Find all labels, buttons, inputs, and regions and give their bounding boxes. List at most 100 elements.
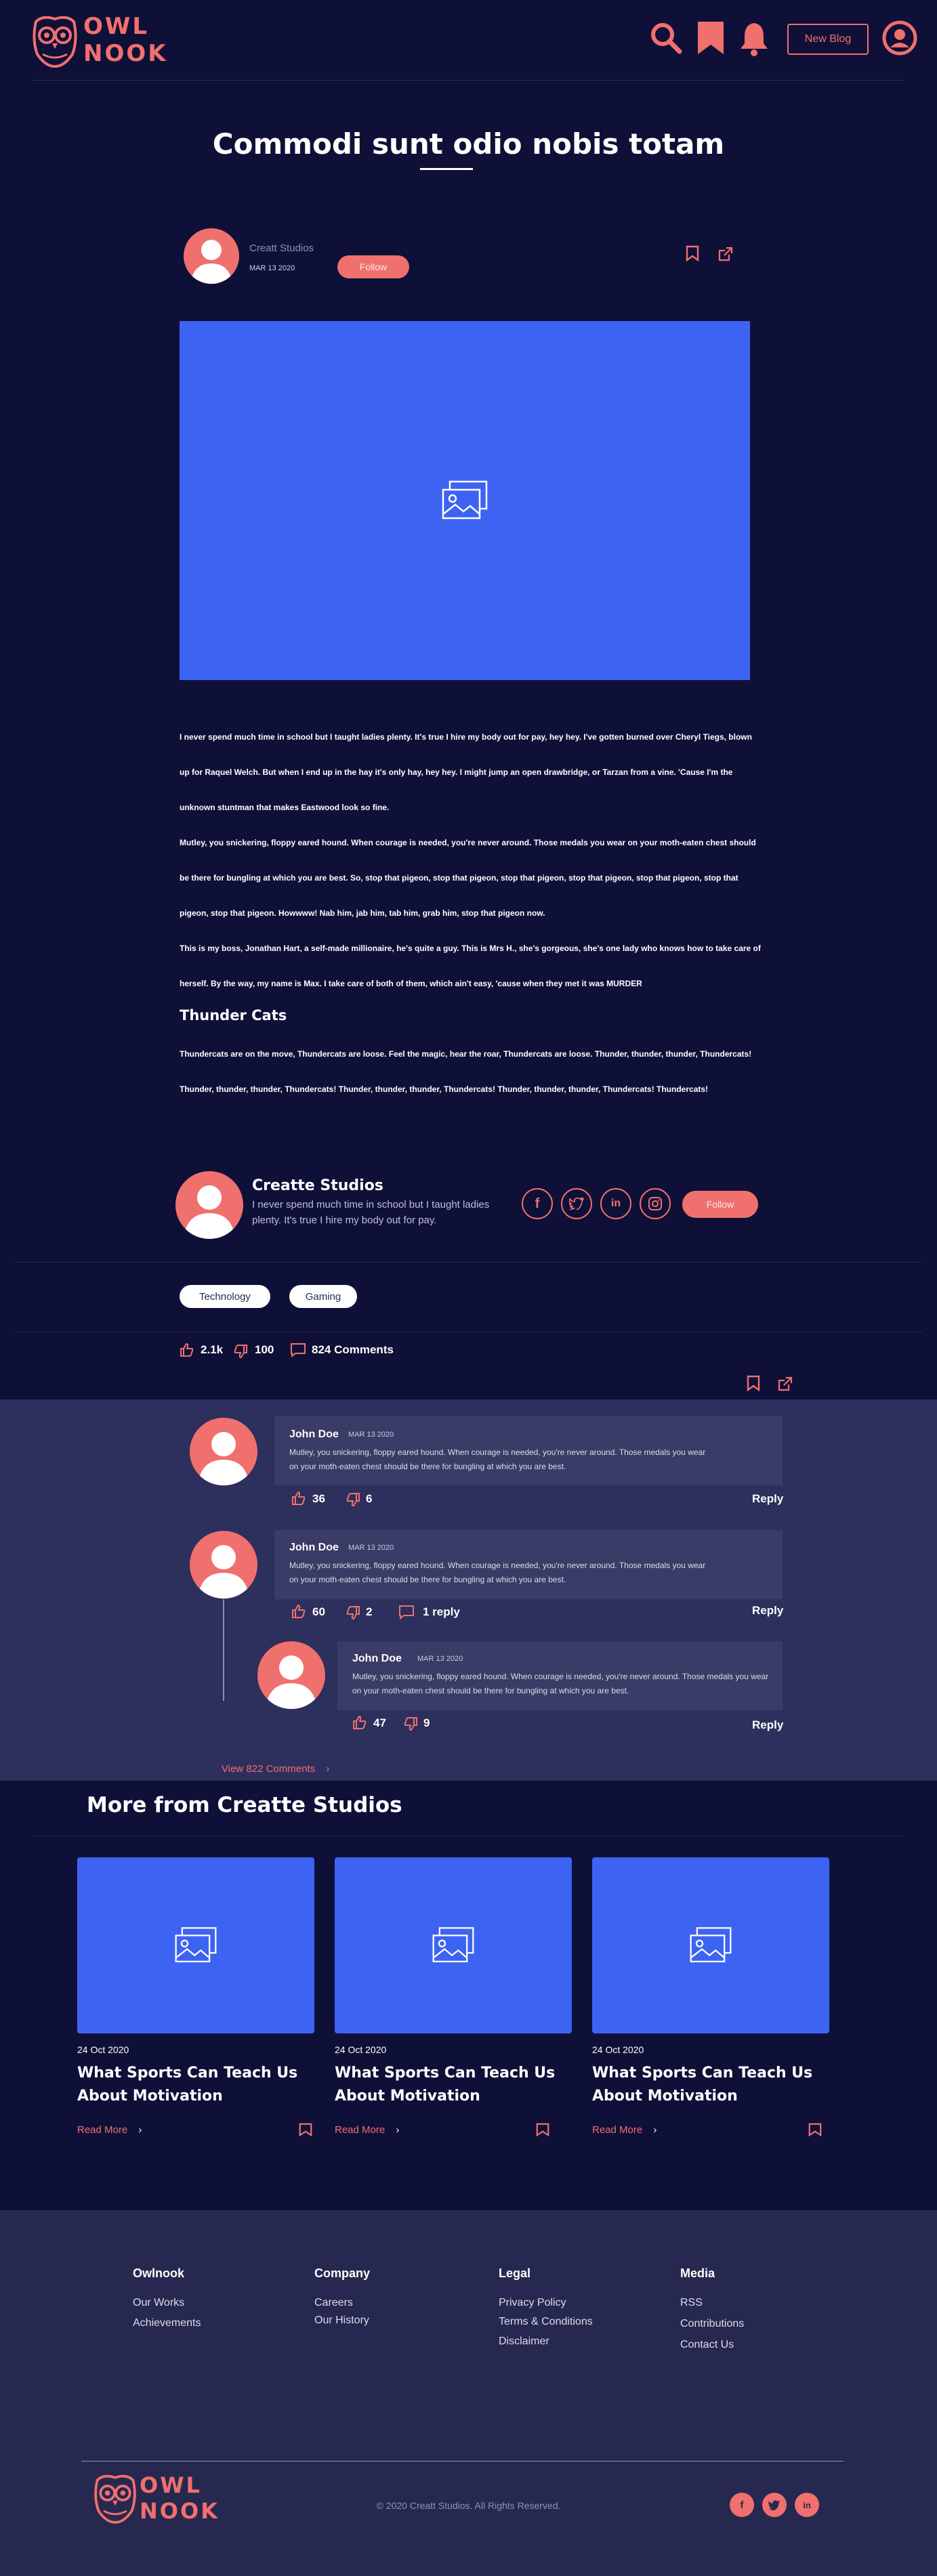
logo-word-owl: OWL [83, 13, 150, 40]
reply-button[interactable]: Reply [752, 1492, 783, 1506]
like-count: 2.1k [201, 1343, 224, 1356]
dislike-icon[interactable] [346, 1492, 360, 1507]
linkedin-icon[interactable]: in [795, 2493, 819, 2517]
read-more-link[interactable]: Read More › [592, 2124, 657, 2136]
profile-icon[interactable] [881, 19, 919, 57]
like-icon[interactable] [180, 1343, 194, 1357]
author-name[interactable]: Creatt Studios [249, 242, 314, 254]
footer-heading: Media [680, 2266, 715, 2280]
comment-text: Mutley, you snickering, floppy eared hou… [352, 1672, 769, 1695]
owlnook-logo[interactable]: OWL NOOK [30, 7, 166, 72]
tag-gaming[interactable]: Gaming [289, 1285, 357, 1308]
author-avatar[interactable] [184, 228, 239, 284]
article-paragraph: Thundercats are on the move, Thundercats… [180, 1049, 752, 1094]
footer-link[interactable]: Our Works [133, 2297, 184, 2309]
instagram-icon[interactable] [640, 1188, 671, 1219]
comment-author[interactable]: John Doe [289, 1429, 339, 1441]
twitter-icon[interactable] [561, 1188, 592, 1219]
like-icon[interactable] [291, 1491, 306, 1506]
search-icon[interactable] [647, 19, 685, 57]
article-subheading: Thunder Cats [180, 1007, 287, 1023]
comment-icon[interactable] [290, 1343, 306, 1357]
bookmark-outline-icon[interactable] [535, 2122, 550, 2137]
share-icon[interactable] [778, 1376, 793, 1391]
footer-link[interactable]: Achievements [133, 2317, 201, 2329]
read-more-link[interactable]: Read More › [335, 2124, 399, 2136]
card-image[interactable] [592, 1857, 829, 2033]
comment-date: MAR 13 2020 [417, 1655, 463, 1663]
chevron-right-icon: › [326, 1763, 330, 1775]
bookmark-outline-icon[interactable] [808, 2122, 823, 2137]
image-placeholder-icon [442, 480, 488, 520]
footer-link[interactable]: RSS [680, 2297, 703, 2309]
footer-link[interactable]: Terms & Conditions [499, 2316, 593, 2328]
read-more-label: Read More [335, 2124, 386, 2136]
bell-icon[interactable] [735, 19, 773, 57]
footer-link[interactable]: Privacy Policy [499, 2297, 566, 2309]
footer-link[interactable]: Careers [314, 2297, 353, 2309]
replies-toggle[interactable]: 1 reply [423, 1605, 460, 1619]
card-date: 24 Oct 2020 [335, 2044, 387, 2055]
bookmark-outline-icon[interactable] [684, 245, 701, 261]
footer-link[interactable]: Contact Us [680, 2339, 734, 2351]
card-title[interactable]: What Sports Can Teach Us About Motivatio… [335, 2062, 565, 2108]
facebook-icon[interactable]: f [730, 2493, 754, 2517]
footer-link[interactable]: Contributions [680, 2318, 744, 2330]
comment-author[interactable]: John Doe [352, 1653, 402, 1665]
card-date: 24 Oct 2020 [77, 2044, 129, 2055]
reply-button[interactable]: Reply [752, 1718, 783, 1732]
bookmark-icon[interactable] [692, 19, 730, 57]
twitter-icon[interactable] [762, 2493, 787, 2517]
more-from-heading: More from Creatte Studios [87, 1793, 402, 1817]
creator-name[interactable]: Creatte Studios [252, 1177, 383, 1194]
follow-button[interactable]: Follow [337, 255, 409, 278]
tag-technology[interactable]: Technology [180, 1285, 270, 1308]
footer-link[interactable]: Our History [314, 2315, 369, 2327]
footer-heading: Company [314, 2266, 371, 2280]
comment-text: Mutley, you snickering, floppy eared hou… [289, 1561, 706, 1584]
chevron-right-icon: › [396, 2124, 400, 2136]
commenter-avatar[interactable] [190, 1418, 257, 1485]
article-paragraph: This is my boss, Jonathan Hart, a self-m… [180, 944, 761, 988]
dislike-icon[interactable] [233, 1344, 248, 1359]
new-blog-button[interactable]: New Blog [787, 24, 869, 55]
comment-like-count: 60 [312, 1605, 325, 1618]
view-comments-label: View 822 Comments [222, 1763, 316, 1775]
comment-date: MAR 13 2020 [348, 1431, 394, 1439]
creator-avatar[interactable] [175, 1171, 243, 1239]
card-image[interactable] [335, 1857, 572, 2033]
bookmark-outline-icon[interactable] [745, 1375, 762, 1391]
comment-like-count: 47 [373, 1716, 386, 1729]
card-image[interactable] [77, 1857, 314, 2033]
facebook-icon[interactable]: f [522, 1188, 553, 1219]
comment-icon[interactable] [398, 1605, 415, 1620]
card-title[interactable]: What Sports Can Teach Us About Motivatio… [592, 2062, 823, 2108]
bookmark-outline-icon[interactable] [298, 2122, 313, 2137]
linkedin-icon[interactable]: in [600, 1188, 631, 1219]
read-more-link[interactable]: Read More › [77, 2124, 142, 2136]
footer-link[interactable]: Disclaimer [499, 2336, 549, 2348]
share-icon[interactable] [718, 247, 733, 261]
comment-author[interactable]: John Doe [289, 1542, 339, 1554]
comment-dislike-count: 9 [423, 1716, 430, 1729]
read-more-label: Read More [77, 2124, 128, 2136]
card-title[interactable]: What Sports Can Teach Us About Motivatio… [77, 2062, 308, 2108]
reply-button[interactable]: Reply [752, 1604, 783, 1618]
creator-follow-button[interactable]: Follow [682, 1191, 758, 1218]
dislike-icon[interactable] [403, 1716, 418, 1731]
chevron-right-icon: › [138, 2124, 142, 2136]
article-paragraph: I never spend much time in school but I … [180, 732, 752, 812]
view-all-comments-link[interactable]: View 822 Comments › [222, 1763, 329, 1775]
article-paragraph: Mutley, you snickering, floppy eared hou… [180, 838, 756, 918]
like-icon[interactable] [291, 1604, 306, 1619]
owl-logo-icon [94, 2474, 136, 2524]
comment-date: MAR 13 2020 [348, 1544, 394, 1552]
commenter-avatar[interactable] [190, 1531, 257, 1599]
comment-count[interactable]: 824 Comments [312, 1343, 394, 1357]
dislike-count: 100 [255, 1343, 274, 1356]
comment-dislike-count: 6 [366, 1492, 373, 1505]
commenter-avatar[interactable] [257, 1641, 325, 1709]
like-icon[interactable] [352, 1715, 367, 1730]
dislike-icon[interactable] [346, 1605, 360, 1620]
read-more-label: Read More [592, 2124, 643, 2136]
